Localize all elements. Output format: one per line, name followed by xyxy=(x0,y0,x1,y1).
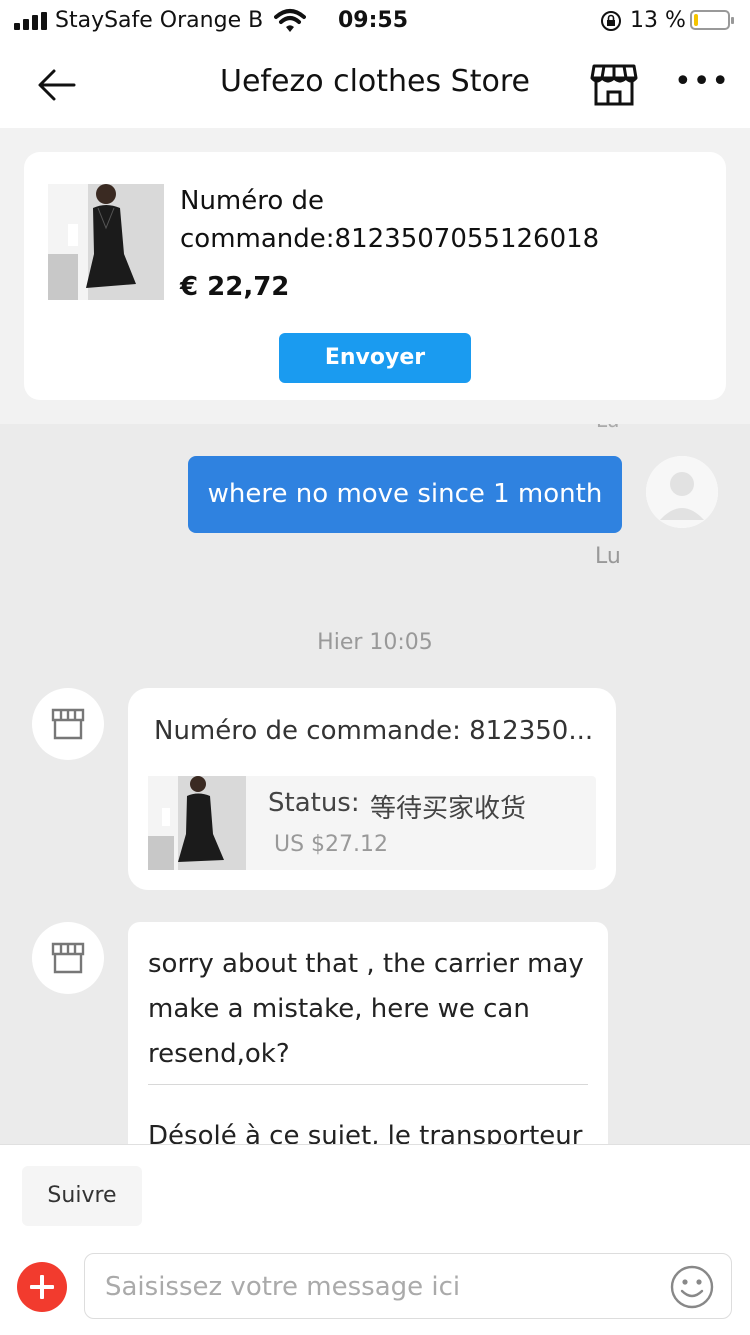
composer-bar: Suivre xyxy=(0,1144,750,1335)
storefront-icon[interactable] xyxy=(590,62,638,108)
carrier-name: StaySafe Orange B xyxy=(55,8,264,33)
chat-area[interactable]: Lu where no move since 1 month Lu Hier 1… xyxy=(0,424,750,1144)
product-thumbnail xyxy=(148,776,246,870)
battery-icon xyxy=(690,10,734,30)
read-receipt: Lu xyxy=(595,544,621,569)
status-bar: StaySafe Orange B 09:55 13 % xyxy=(0,0,750,44)
wifi-icon xyxy=(274,9,306,32)
nav-bar: Uefezo clothes Store ••• xyxy=(0,44,750,128)
shop-avatar xyxy=(32,688,104,760)
outgoing-message[interactable]: where no move since 1 month xyxy=(188,456,622,533)
message-input-box[interactable] xyxy=(84,1253,732,1319)
read-receipt-partial: Lu xyxy=(596,424,619,432)
date-separator: Hier 10:05 xyxy=(317,630,433,655)
status-label: Status: xyxy=(268,788,360,818)
product-thumbnail[interactable] xyxy=(48,184,164,300)
status-value: 等待买家收货 xyxy=(370,794,527,824)
add-circle-icon[interactable] xyxy=(17,1262,67,1312)
message-text-translation: Désolé à ce sujet, le transporteur xyxy=(148,1121,583,1144)
more-dots-icon[interactable]: ••• xyxy=(674,67,730,97)
follow-button[interactable]: Suivre xyxy=(22,1166,142,1226)
smiley-icon[interactable] xyxy=(669,1264,715,1310)
message-text-english: sorry about that , the carrier may make … xyxy=(148,949,584,1069)
order-usd-price: US $27.12 xyxy=(274,832,389,857)
order-card: Numéro de commande:8123507055126018 € 22… xyxy=(24,152,726,400)
shop-avatar xyxy=(32,922,104,994)
order-panel: Numéro de commande:8123507055126018 € 22… xyxy=(0,128,750,424)
rotation-lock-icon xyxy=(601,11,621,31)
user-avatar xyxy=(646,456,718,528)
clock: 09:55 xyxy=(338,8,409,33)
message-input[interactable] xyxy=(103,1262,657,1312)
shop-awning-icon xyxy=(51,708,85,740)
order-info-message[interactable]: Numéro de commande: 812350... Status: 等待… xyxy=(128,688,616,890)
order-number: Numéro de commande:8123507055126018 xyxy=(180,186,600,254)
incoming-message[interactable]: sorry about that , the carrier may make … xyxy=(128,922,608,1144)
battery-fill xyxy=(694,14,698,26)
send-order-button[interactable]: Envoyer xyxy=(279,333,471,383)
order-message-title: Numéro de commande: 812350... xyxy=(154,716,594,746)
shop-awning-icon xyxy=(51,942,85,974)
battery-percentage: 13 % xyxy=(630,8,686,33)
signal-icon xyxy=(14,12,50,30)
order-status-box[interactable]: Status: 等待买家收货 US $27.12 xyxy=(148,776,596,870)
order-price: € 22,72 xyxy=(180,272,290,302)
translation-divider xyxy=(148,1084,588,1085)
